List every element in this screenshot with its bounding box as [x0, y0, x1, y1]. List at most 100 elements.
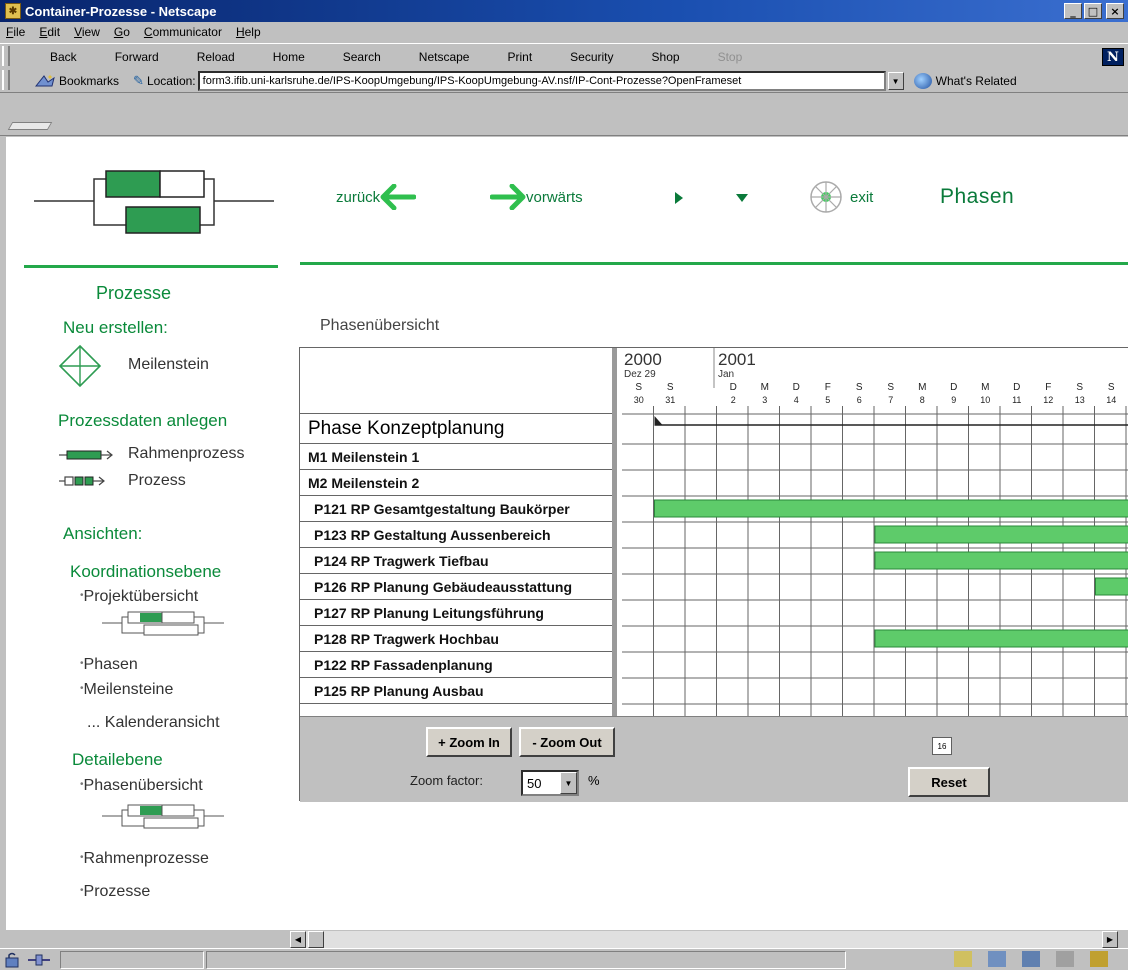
weekday-tick-label: M	[918, 382, 926, 393]
day-tick-label: 13	[1075, 395, 1085, 405]
milestone-diamond-icon[interactable]	[58, 344, 102, 388]
process-row-label[interactable]: P123 RP Gestaltung Aussenbereich	[300, 522, 612, 548]
triangle-down-icon[interactable]	[735, 193, 749, 203]
zoom-in-button[interactable]: + Zoom In	[426, 727, 512, 757]
process-row-label[interactable]: P127 RP Planung Leitungsführung	[300, 600, 612, 626]
location-grip[interactable]	[2, 70, 10, 90]
weekday-tick-label: S	[1108, 382, 1115, 393]
navigator-icon[interactable]	[954, 951, 972, 967]
menu-view[interactable]: View	[74, 25, 100, 39]
sidebar-new-heading: Neu erstellen:	[63, 318, 168, 337]
phase-row-label[interactable]: Phase Konzeptplanung	[300, 414, 612, 444]
sidebar-milestones-link[interactable]: Meilensteine	[80, 681, 174, 699]
day-tick-label: 4	[794, 395, 799, 405]
toolbar-grip[interactable]	[2, 46, 10, 66]
sidebar-phases-link[interactable]: Phasen	[80, 656, 138, 674]
sidebar-frame-processes-link[interactable]: Rahmenprozesse	[80, 850, 209, 868]
milestone-row-label[interactable]: M2 Meilenstein 2	[300, 470, 612, 496]
menu-communicator[interactable]: Communicator	[144, 25, 222, 39]
zoom-dropdown-icon[interactable]: ▼	[560, 772, 577, 794]
toolbar-tab-handle[interactable]	[7, 122, 53, 130]
scroll-thumb[interactable]	[308, 931, 324, 948]
security-lock-icon[interactable]	[4, 952, 24, 968]
mail-icon[interactable]	[988, 951, 1006, 967]
reset-button[interactable]: Reset	[908, 767, 990, 797]
netscape-logo-icon[interactable]: N	[1102, 48, 1124, 66]
newsgroups-icon[interactable]	[1022, 951, 1040, 967]
sidebar-phase-overview-link[interactable]: Phasenübersicht	[80, 777, 203, 795]
minimize-button[interactable]: _	[1064, 3, 1082, 19]
sidebar-process-link[interactable]: Prozess	[128, 472, 186, 490]
frame-process-icon[interactable]	[59, 448, 115, 462]
process-icon[interactable]	[59, 474, 115, 488]
process-row-label[interactable]: P125 RP Planung Ausbau	[300, 678, 612, 704]
process-row-label[interactable]: P121 RP Gesamtgestaltung Baukörper	[300, 496, 612, 522]
process-logo-icon	[34, 170, 274, 234]
url-dropdown-icon[interactable]: ▼	[887, 72, 904, 90]
day-tick-label: 3	[762, 395, 767, 405]
status-text-panel	[206, 951, 846, 969]
whats-related-icon[interactable]	[913, 73, 932, 89]
home-button[interactable]: Home	[273, 50, 305, 64]
year-label: 2000	[624, 350, 662, 369]
gantt-bar	[874, 525, 1128, 544]
print-button[interactable]: Print	[507, 50, 532, 64]
milestone-row-label[interactable]: M1 Meilenstein 1	[300, 444, 612, 470]
menu-help[interactable]: Help	[236, 25, 261, 39]
horizontal-scrollbar[interactable]: ◀ ▶	[290, 930, 1118, 948]
connection-icon	[28, 954, 50, 966]
year-label: 2001	[718, 350, 756, 369]
calendar-icon[interactable]: 16	[932, 737, 952, 755]
security-button[interactable]: Security	[570, 50, 613, 64]
url-input[interactable]: form3.ifib.uni-karlsruhe.de/IPS-KoopUmge…	[197, 71, 886, 91]
process-row-label[interactable]: P124 RP Tragwerk Tiefbau	[300, 548, 612, 574]
address-book-icon[interactable]	[1056, 951, 1074, 967]
shop-button[interactable]: Shop	[652, 50, 680, 64]
scroll-left-icon[interactable]: ◀	[290, 931, 306, 948]
gantt-bar	[874, 551, 1128, 570]
zoom-factor-select[interactable]: 50 ▼	[521, 770, 579, 796]
weekday-tick-label: S	[887, 382, 894, 393]
menu-bar: File Edit View Go Communicator Help	[0, 22, 1128, 42]
sidebar-processes-link[interactable]: Prozesse	[80, 883, 151, 901]
day-tick-label: 11	[1012, 395, 1021, 405]
sidebar-milestone-link[interactable]: Meilenstein	[128, 356, 209, 374]
weekday-tick-label: D	[793, 382, 800, 393]
sidebar-project-overview-link[interactable]: Projektübersicht	[80, 588, 199, 606]
weekday-tick-label: M	[981, 382, 989, 393]
gantt-chart[interactable]: 2000 2001 Dez 29 Jan S 30 S 31 D 2 M 3 D 4 F 5 S 6 S 7 M 8 D 9 M…	[622, 348, 1128, 716]
stop-button[interactable]: Stop	[718, 50, 743, 64]
back-label: zurück	[336, 188, 381, 206]
composer-icon[interactable]	[1090, 951, 1108, 967]
forward-button[interactable]: Forward	[115, 50, 159, 64]
back-link[interactable]: zurück	[336, 177, 417, 217]
menu-file[interactable]: File	[6, 25, 25, 39]
search-button[interactable]: Search	[343, 50, 381, 64]
scroll-right-icon[interactable]: ▶	[1102, 931, 1118, 948]
exit-link[interactable]: exit	[806, 177, 873, 217]
sidebar-frame-process-link[interactable]: Rahmenprozess	[128, 445, 245, 463]
netscape-button[interactable]: Netscape	[419, 50, 470, 64]
zoom-out-button[interactable]: - Zoom Out	[519, 727, 615, 757]
component-bar	[954, 951, 1108, 967]
bookmarks-label[interactable]: Bookmarks	[59, 74, 119, 88]
reload-button[interactable]: Reload	[197, 50, 235, 64]
menu-go[interactable]: Go	[114, 25, 130, 39]
triangle-right-icon[interactable]	[674, 191, 684, 205]
process-row-label[interactable]: P122 RP Fassadenplanung	[300, 652, 612, 678]
zoom-factor-label: Zoom factor:	[410, 773, 483, 788]
process-row-label[interactable]: P126 RP Planung Gebäudeausstattung	[300, 574, 612, 600]
maximize-button[interactable]: □	[1084, 3, 1102, 19]
whats-related-label[interactable]: What's Related	[936, 74, 1017, 88]
sidebar-calendar-link[interactable]: ... Kalenderansicht	[87, 714, 220, 732]
location-label: Location:	[146, 74, 196, 88]
process-row-label[interactable]: P128 RP Tragwerk Hochbau	[300, 626, 612, 652]
window-titlebar: ✱ Container-Prozesse - Netscape _ □ ×	[0, 0, 1128, 22]
back-button[interactable]: Back	[50, 50, 77, 64]
forward-link[interactable]: vorwärts	[490, 177, 583, 217]
bookmarks-icon[interactable]	[34, 74, 56, 88]
menu-edit[interactable]: Edit	[39, 25, 60, 39]
weekday-tick-label: S	[1076, 382, 1083, 393]
close-button[interactable]: ×	[1106, 3, 1124, 19]
location-icon: ✎	[133, 73, 144, 88]
